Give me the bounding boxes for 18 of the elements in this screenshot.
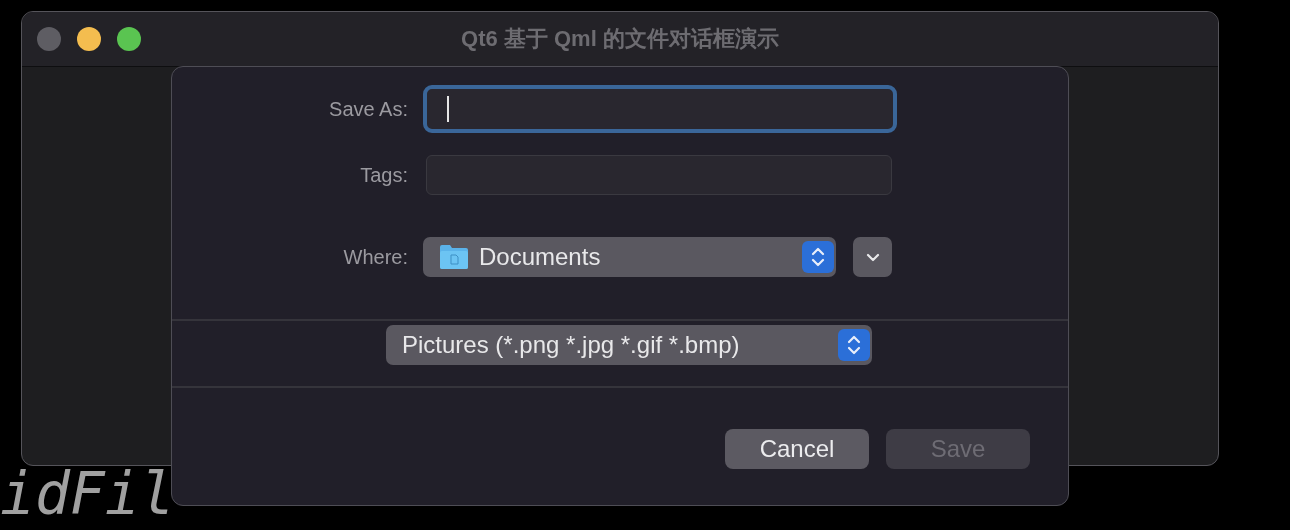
save-as-field[interactable]	[423, 85, 897, 133]
stepper-icon	[810, 245, 826, 269]
dialog-button[interactable]: Cancel	[725, 429, 869, 469]
field-label: Where:	[342, 245, 409, 269]
tags-field[interactable]	[426, 155, 892, 195]
field-label: Tags:	[359, 163, 409, 187]
code-text: idFil	[0, 459, 175, 530]
expand-button[interactable]	[853, 237, 892, 277]
file-type-popup[interactable]: Pictures (*.png *.jpg *.gif *.bmp)	[386, 325, 872, 365]
zoom-icon[interactable]	[117, 27, 141, 51]
stepper-icon	[846, 333, 862, 357]
field-label: Save As:	[328, 97, 409, 121]
minimize-icon[interactable]	[77, 27, 101, 51]
window-title: Qt6 基于 Qml 的文件对话框演示	[461, 25, 779, 53]
close-icon[interactable]	[37, 27, 61, 51]
folder-icon	[439, 244, 469, 270]
location-popup[interactable]: Documents	[423, 237, 836, 277]
chevron-icon	[865, 252, 880, 262]
